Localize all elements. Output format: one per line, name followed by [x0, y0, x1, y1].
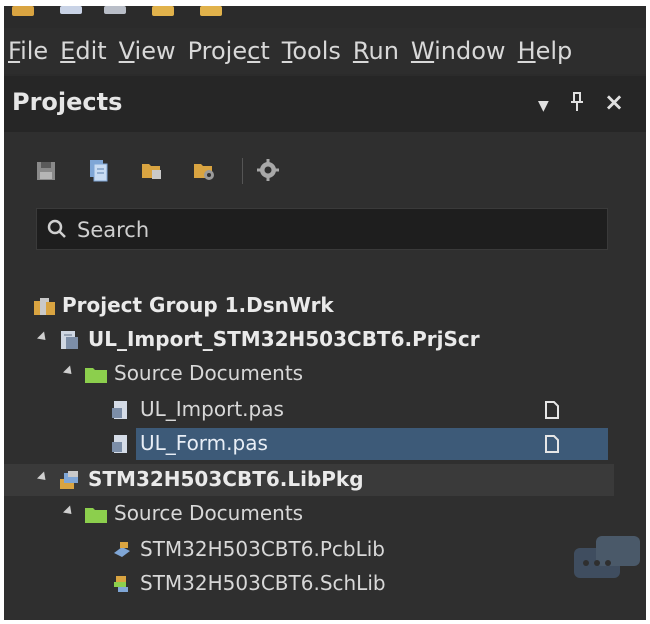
- schematic-library-icon: [110, 573, 132, 595]
- tree-item-folder[interactable]: Source Documents: [4, 358, 614, 390]
- folder-settings-icon[interactable]: [190, 156, 218, 184]
- open-folder-icon[interactable]: [138, 156, 166, 184]
- search-input[interactable]: [75, 213, 599, 247]
- library-package-icon: [58, 469, 80, 491]
- search-icon: [45, 217, 69, 241]
- gear-icon[interactable]: [254, 156, 282, 184]
- document-icon[interactable]: [544, 434, 560, 454]
- chevron-down-icon[interactable]: [36, 331, 50, 344]
- panel-menu-button[interactable]: ▼: [538, 98, 549, 114]
- tree-item-label: STM32H503CBT6.LibPkg: [88, 467, 364, 491]
- projects-panel-body: Project Group 1.DsnWrk UL_Import_STM32H5…: [4, 132, 646, 620]
- toolbar-icon[interactable]: [200, 6, 222, 16]
- tree-item-file[interactable]: UL_Form.pas: [4, 428, 614, 460]
- tree-item-file[interactable]: STM32H503CBT6.SchLib: [4, 568, 614, 600]
- panel-title: Projects: [12, 88, 123, 116]
- toolbar-divider: [242, 158, 243, 184]
- toolbar-icon[interactable]: [104, 6, 126, 14]
- folder-icon: [84, 363, 107, 385]
- top-toolbar: [4, 6, 646, 28]
- tree-item-label: UL_Import.pas: [140, 397, 284, 421]
- menu-help[interactable]: Help: [518, 37, 573, 65]
- pascal-file-icon: [110, 433, 132, 455]
- script-project-icon: [58, 329, 80, 351]
- tree-item-folder[interactable]: Source Documents: [4, 498, 614, 530]
- project-group-icon: [32, 295, 55, 317]
- menu-run[interactable]: Run: [353, 37, 399, 65]
- copy-document-icon[interactable]: [84, 156, 112, 184]
- chevron-down-icon[interactable]: [36, 471, 50, 484]
- tree-item-project-group[interactable]: Project Group 1.DsnWrk: [4, 290, 614, 322]
- menu-edit[interactable]: Edit: [60, 37, 106, 65]
- app-frame: File Edit View Project Tools Run Window …: [4, 6, 646, 620]
- pin-icon[interactable]: [570, 92, 584, 117]
- tree-item-label: STM32H503CBT6.PcbLib: [140, 537, 385, 561]
- tree-item-label: Project Group 1.DsnWrk: [62, 293, 334, 317]
- toolbar-icon[interactable]: [12, 6, 34, 16]
- menu-project[interactable]: Project: [188, 37, 270, 65]
- chevron-down-icon[interactable]: [62, 365, 76, 378]
- menu-view[interactable]: View: [119, 37, 176, 65]
- tree-item-label: Source Documents: [114, 501, 304, 525]
- chevron-down-icon[interactable]: [62, 505, 76, 518]
- menu-bar: File Edit View Project Tools Run Window …: [4, 28, 646, 74]
- document-icon[interactable]: [544, 400, 560, 420]
- close-icon[interactable]: ×: [604, 88, 624, 116]
- menu-tools[interactable]: Tools: [282, 37, 341, 65]
- toolbar-icon[interactable]: [152, 6, 174, 16]
- pcb-library-icon: [110, 539, 132, 561]
- tree-item-label: UL_Import_STM32H503CBT6.PrjScr: [88, 327, 480, 351]
- tree-item-label: Source Documents: [114, 361, 304, 385]
- save-icon[interactable]: [32, 156, 60, 184]
- watermark-logo: [572, 534, 642, 594]
- projects-panel-header: Projects ▼ ×: [4, 76, 646, 132]
- tree-item-project-libpkg[interactable]: STM32H503CBT6.LibPkg: [4, 464, 614, 496]
- menu-file[interactable]: File: [8, 37, 48, 65]
- toolbar-icon[interactable]: [60, 6, 82, 14]
- pascal-file-icon: [110, 399, 132, 421]
- tree-item-file[interactable]: UL_Import.pas: [4, 394, 614, 426]
- tree-item-file[interactable]: STM32H503CBT6.PcbLib: [4, 534, 614, 566]
- menu-window[interactable]: Window: [411, 37, 506, 65]
- tree-item-project-prjscr[interactable]: UL_Import_STM32H503CBT6.PrjScr: [4, 324, 614, 356]
- tree-item-label: UL_Form.pas: [140, 431, 268, 455]
- tree-item-label: STM32H503CBT6.SchLib: [140, 571, 386, 595]
- search-box[interactable]: [36, 208, 608, 250]
- folder-icon: [84, 503, 107, 525]
